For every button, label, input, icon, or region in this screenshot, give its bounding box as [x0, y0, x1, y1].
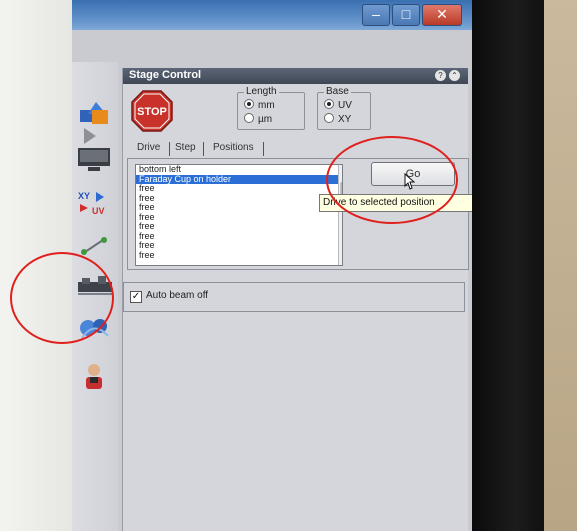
length-mm-radio[interactable]: mm — [244, 99, 275, 111]
base-legend: Base — [324, 86, 351, 97]
tab-divider — [169, 142, 170, 156]
auto-beam-group: ✓ Auto beam off — [123, 282, 465, 312]
panel-title: Stage Control — [129, 69, 202, 81]
radio-selected-icon — [244, 99, 254, 109]
list-item-selected[interactable]: Faraday Cup on holder — [136, 174, 342, 184]
tab-divider — [203, 142, 204, 156]
list-item[interactable]: free — [136, 193, 342, 204]
monitor-screen: – □ ✕ XY UV Stage Control ? ⌃ STOP Lengt… — [72, 0, 472, 531]
help-icon[interactable]: ? — [435, 70, 446, 81]
length-group: Length mm µm — [237, 86, 305, 130]
annotation-ring-go — [326, 136, 458, 224]
shapes-tool-icon[interactable] — [78, 98, 112, 128]
xy-icon-label: XY — [78, 191, 90, 201]
window-titlebar: – □ ✕ — [72, 0, 472, 30]
base-xy-radio[interactable]: XY — [324, 113, 351, 125]
monitor-tool-icon[interactable] — [78, 146, 112, 176]
tab-drive[interactable]: Drive — [137, 142, 160, 153]
list-item[interactable]: free — [136, 202, 342, 213]
collapse-icon[interactable]: ⌃ — [449, 70, 460, 81]
wall-background-right — [544, 0, 577, 531]
base-uv-radio[interactable]: UV — [324, 99, 352, 111]
list-item[interactable]: free — [136, 240, 342, 251]
tab-divider — [263, 142, 264, 156]
auto-beam-off-label: Auto beam off — [146, 290, 209, 301]
list-item[interactable]: free — [136, 212, 342, 223]
close-button[interactable]: ✕ — [422, 4, 462, 26]
monitor-bezel — [472, 0, 544, 531]
uv-icon-label: UV — [92, 206, 105, 216]
radio-empty-icon — [324, 113, 334, 123]
user-tool-icon[interactable] — [78, 362, 112, 392]
length-legend: Length — [244, 86, 279, 97]
stage-control-panel: Stage Control ? ⌃ STOP Length mm µm Base… — [122, 68, 472, 531]
positions-list[interactable]: bottom left Faraday Cup on holder free f… — [135, 164, 343, 266]
radio-empty-icon — [244, 113, 254, 123]
maximize-button[interactable]: □ — [392, 4, 420, 26]
list-item[interactable]: free — [136, 221, 342, 232]
panel-header: Stage Control ? ⌃ — [123, 68, 468, 84]
list-item[interactable]: free — [136, 231, 342, 242]
list-item[interactable]: free — [136, 183, 342, 194]
radio-selected-icon — [324, 99, 334, 109]
length-um-radio[interactable]: µm — [244, 113, 272, 125]
base-group: Base UV XY — [317, 86, 371, 130]
stop-button[interactable]: STOP — [131, 90, 173, 132]
list-item[interactable]: free — [136, 250, 342, 261]
tab-positions[interactable]: Positions — [213, 142, 254, 153]
expand-arrow-icon[interactable] — [84, 128, 96, 144]
tab-step[interactable]: Step — [175, 142, 196, 153]
uv-xy-tool-icon[interactable]: XY UV — [78, 188, 112, 218]
minimize-button[interactable]: – — [362, 4, 390, 26]
annotation-ring-tool — [10, 252, 114, 344]
stop-label: STOP — [137, 106, 167, 118]
auto-beam-off-checkbox[interactable]: ✓ — [130, 291, 142, 303]
